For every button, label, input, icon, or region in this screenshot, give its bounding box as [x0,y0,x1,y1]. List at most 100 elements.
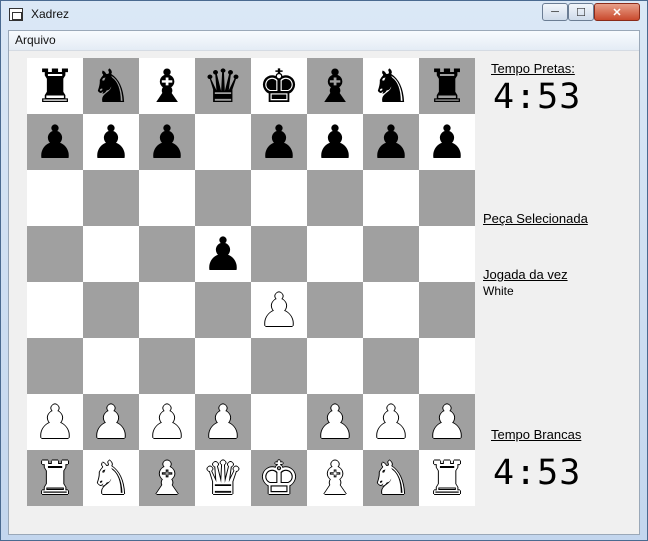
white-pawn-icon[interactable]: ♟ [34,399,75,445]
board-square[interactable]: ♜ [27,58,83,114]
white-rook-icon[interactable]: ♜ [426,455,467,501]
maximize-button[interactable]: ☐ [568,3,594,21]
black-pawn-icon[interactable]: ♟ [90,119,131,165]
board-square[interactable] [251,170,307,226]
board-square[interactable]: ♚ [251,58,307,114]
white-pawn-icon[interactable]: ♟ [258,287,299,333]
black-pawn-icon[interactable]: ♟ [258,119,299,165]
board-square[interactable] [27,226,83,282]
board-square[interactable]: ♞ [363,450,419,506]
board-square[interactable] [251,338,307,394]
board-square[interactable]: ♝ [307,58,363,114]
board-square[interactable] [251,226,307,282]
close-button[interactable]: ✕ [594,3,640,21]
board-square[interactable]: ♝ [307,450,363,506]
board-square[interactable] [139,226,195,282]
black-king-icon[interactable]: ♚ [258,63,299,109]
board-square[interactable]: ♟ [307,114,363,170]
board-square[interactable] [27,338,83,394]
board-square[interactable]: ♟ [139,394,195,450]
board-square[interactable]: ♟ [83,114,139,170]
white-knight-icon[interactable]: ♞ [370,455,411,501]
black-pawn-icon[interactable]: ♟ [202,231,243,277]
board-square[interactable] [419,226,475,282]
black-pawn-icon[interactable]: ♟ [370,119,411,165]
board-square[interactable] [83,338,139,394]
board-square[interactable]: ♟ [139,114,195,170]
board-square[interactable] [83,170,139,226]
board-square[interactable] [419,170,475,226]
board-square[interactable] [195,338,251,394]
board-square[interactable]: ♞ [83,58,139,114]
menu-arquivo[interactable]: Arquivo [12,33,59,47]
board-square[interactable] [307,282,363,338]
board-square[interactable]: ♟ [27,394,83,450]
board-square[interactable]: ♞ [83,450,139,506]
white-bishop-icon[interactable]: ♝ [314,455,355,501]
board-square[interactable]: ♜ [27,450,83,506]
board-square[interactable] [419,338,475,394]
board-square[interactable] [195,282,251,338]
board-square[interactable]: ♟ [363,114,419,170]
board-square[interactable]: ♞ [363,58,419,114]
board-square[interactable] [251,394,307,450]
black-rook-icon[interactable]: ♜ [426,63,467,109]
white-pawn-icon[interactable]: ♟ [370,399,411,445]
white-pawn-icon[interactable]: ♟ [90,399,131,445]
board-square[interactable] [139,338,195,394]
board-square[interactable]: ♝ [139,450,195,506]
black-rook-icon[interactable]: ♜ [34,63,75,109]
board-square[interactable] [139,282,195,338]
board-square[interactable] [307,226,363,282]
board-square[interactable] [307,170,363,226]
board-square[interactable] [363,226,419,282]
white-pawn-icon[interactable]: ♟ [146,399,187,445]
board-square[interactable]: ♟ [419,114,475,170]
black-knight-icon[interactable]: ♞ [370,63,411,109]
board-square[interactable]: ♜ [419,58,475,114]
board-square[interactable]: ♟ [363,394,419,450]
black-bishop-icon[interactable]: ♝ [146,63,187,109]
minimize-button[interactable]: ─ [542,3,568,21]
black-bishop-icon[interactable]: ♝ [314,63,355,109]
board-square[interactable] [363,338,419,394]
board-square[interactable] [363,170,419,226]
title-bar[interactable]: Xadrez ─ ☐ ✕ [1,1,647,29]
black-pawn-icon[interactable]: ♟ [146,119,187,165]
board-square[interactable] [195,170,251,226]
board-square[interactable]: ♟ [195,394,251,450]
board-square[interactable]: ♚ [251,450,307,506]
black-queen-icon[interactable]: ♛ [202,63,243,109]
white-pawn-icon[interactable]: ♟ [202,399,243,445]
black-pawn-icon[interactable]: ♟ [314,119,355,165]
board-square[interactable] [83,282,139,338]
board-square[interactable] [419,282,475,338]
board-square[interactable]: ♟ [251,282,307,338]
white-pawn-icon[interactable]: ♟ [426,399,467,445]
board-square[interactable]: ♜ [419,450,475,506]
board-square[interactable]: ♟ [307,394,363,450]
white-king-icon[interactable]: ♚ [258,455,299,501]
black-pawn-icon[interactable]: ♟ [34,119,75,165]
black-pawn-icon[interactable]: ♟ [426,119,467,165]
white-bishop-icon[interactable]: ♝ [146,455,187,501]
white-queen-icon[interactable]: ♛ [202,455,243,501]
board-square[interactable]: ♛ [195,58,251,114]
board-square[interactable] [195,114,251,170]
white-knight-icon[interactable]: ♞ [90,455,131,501]
board-square[interactable] [27,282,83,338]
board-square[interactable]: ♟ [195,226,251,282]
board-square[interactable] [139,170,195,226]
white-rook-icon[interactable]: ♜ [34,455,75,501]
board-square[interactable] [307,338,363,394]
board-square[interactable]: ♟ [419,394,475,450]
board-square[interactable]: ♟ [251,114,307,170]
board-square[interactable]: ♟ [27,114,83,170]
board-square[interactable]: ♟ [83,394,139,450]
board-square[interactable] [27,170,83,226]
white-pawn-icon[interactable]: ♟ [314,399,355,445]
board-square[interactable] [363,282,419,338]
black-knight-icon[interactable]: ♞ [90,63,131,109]
board-square[interactable] [83,226,139,282]
board-square[interactable]: ♛ [195,450,251,506]
